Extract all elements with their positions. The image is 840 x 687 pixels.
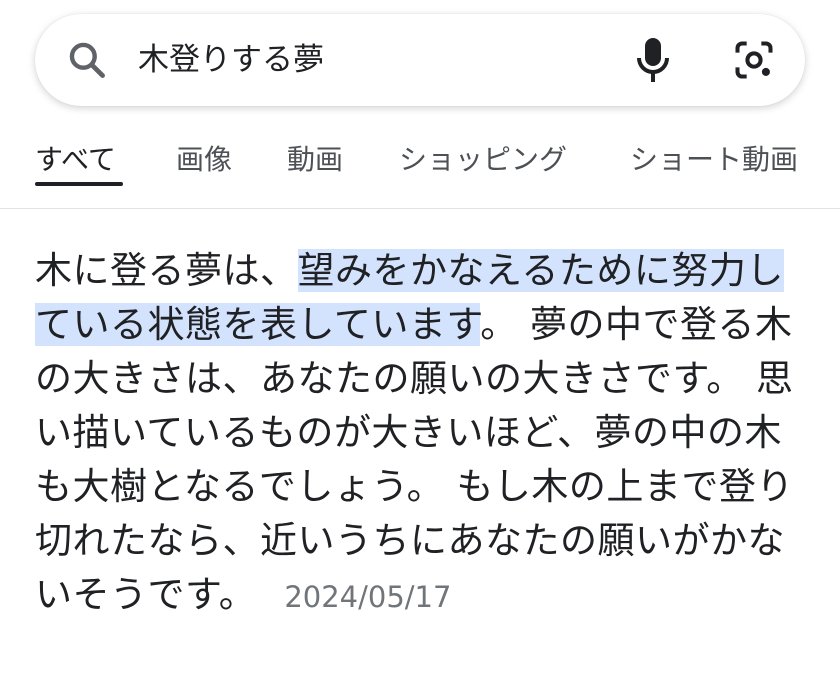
tabs-divider — [0, 208, 840, 209]
tab-images[interactable]: 画像 — [176, 138, 232, 182]
featured-snippet: 木に登る夢は、望みをかなえるために努力している状態を表しています。 夢の中で登る… — [35, 244, 795, 624]
snippet-text-intro: 木に登る夢は、 — [35, 249, 298, 292]
microphone-icon[interactable] — [633, 36, 673, 84]
search-bar[interactable]: 木登りする夢 — [35, 14, 805, 106]
search-icon[interactable] — [65, 38, 109, 82]
active-tab-indicator — [35, 182, 123, 186]
snippet-text-body: 。 夢の中で登る木の大きさは、あなたの願いの大きさです。 思い描いているものが大… — [35, 303, 794, 616]
camera-lens-icon[interactable] — [731, 38, 777, 82]
search-input[interactable]: 木登りする夢 — [138, 38, 324, 82]
tab-all[interactable]: すべて — [35, 138, 116, 182]
snippet-date: 2024/05/17 — [284, 580, 452, 614]
search-results-page: 木登りする夢 すべて 画像 動画 ショッピング ショート動画 木に登る夢は、望み… — [0, 0, 840, 687]
tab-videos[interactable]: 動画 — [287, 138, 343, 182]
search-tabs: すべて 画像 動画 ショッピング ショート動画 — [0, 130, 840, 208]
tab-shopping[interactable]: ショッピング — [399, 138, 567, 182]
tab-short-videos[interactable]: ショート動画 — [630, 138, 798, 182]
